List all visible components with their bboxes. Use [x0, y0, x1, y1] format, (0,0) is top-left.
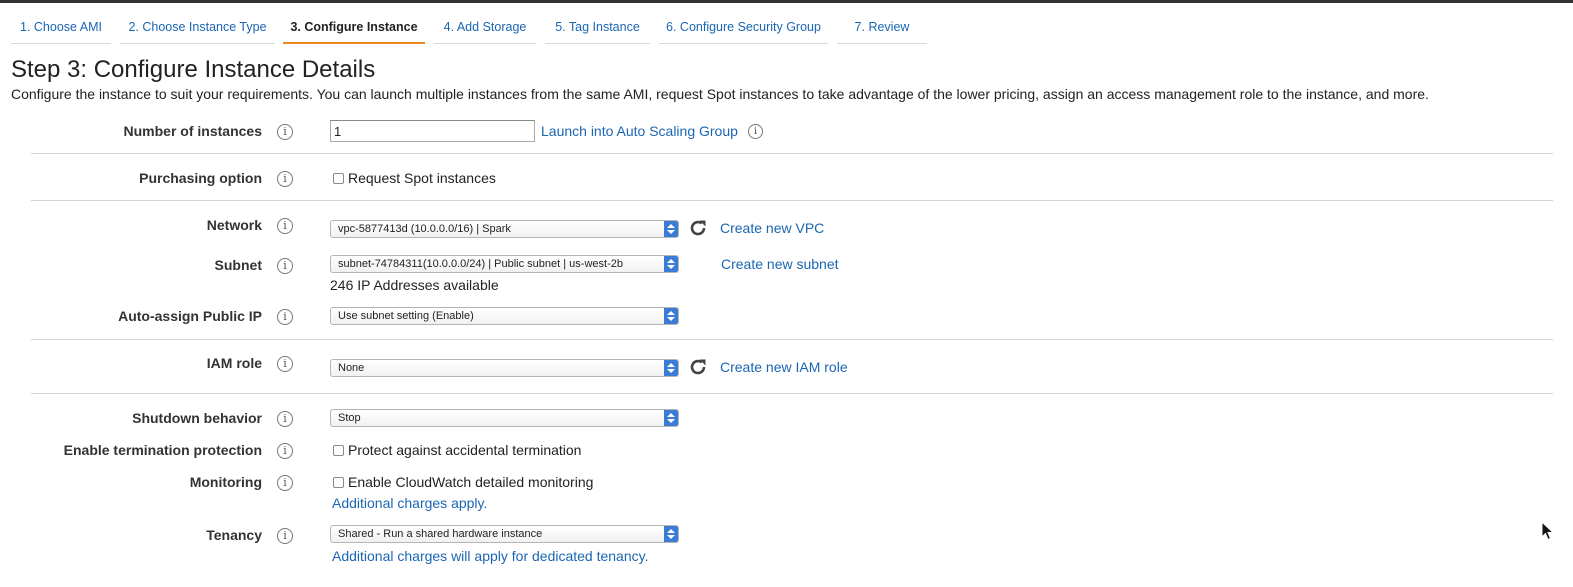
create-new-iam-role-link[interactable]: Create new IAM role	[720, 359, 848, 375]
tenancy-select[interactable]: Shared - Run a shared hardware instance	[330, 525, 679, 543]
select-arrows-icon	[664, 360, 678, 376]
num-instances-label: Number of instances	[123, 123, 262, 139]
tenancy-label: Tenancy	[206, 527, 262, 543]
select-arrows-icon	[664, 256, 678, 272]
section-divider	[31, 200, 1553, 201]
request-spot-label[interactable]: Request Spot instances	[348, 170, 496, 186]
page-title: Step 3: Configure Instance Details	[11, 56, 376, 83]
section-divider	[31, 153, 1553, 154]
subnet-select[interactable]: subnet-74784311(10.0.0.0/24) | Public su…	[330, 255, 679, 273]
termination-protection-label: Enable termination protection	[63, 442, 262, 458]
tab-add-storage[interactable]: 4. Add Storage	[434, 12, 536, 44]
auto-assign-ip-select[interactable]: Use subnet setting (Enable)	[330, 307, 679, 325]
request-spot-checkbox[interactable]	[333, 173, 344, 184]
auto-assign-ip-info-icon[interactable]: i	[277, 309, 293, 325]
tab-tag-instance[interactable]: 5. Tag Instance	[545, 12, 650, 44]
additional-charges-link[interactable]: Additional charges apply.	[332, 495, 487, 511]
num-instances-input[interactable]	[330, 120, 535, 142]
select-arrows-icon	[664, 526, 678, 542]
auto-assign-ip-label: Auto-assign Public IP	[118, 308, 262, 324]
network-label: Network	[206, 217, 262, 233]
shutdown-behavior-info-icon[interactable]: i	[277, 411, 293, 427]
cloudwatch-monitoring-checkbox[interactable]	[333, 477, 344, 488]
section-divider	[31, 393, 1553, 394]
iam-role-select[interactable]: None	[330, 359, 679, 377]
auto-assign-ip-select-value: Use subnet setting (Enable)	[338, 310, 474, 322]
ip-addresses-available: 246 IP Addresses available	[330, 277, 499, 293]
tab-configure-instance[interactable]: 3. Configure Instance	[283, 12, 425, 44]
page-description: Configure the instance to suit your requ…	[11, 86, 1429, 102]
tenancy-info-icon[interactable]: i	[277, 528, 293, 544]
monitoring-label: Monitoring	[189, 474, 262, 490]
auto-scaling-info-icon[interactable]: i	[748, 124, 763, 139]
dedicated-tenancy-charges-link[interactable]: Additional charges will apply for dedica…	[332, 548, 648, 564]
tab-choose-ami[interactable]: 1. Choose AMI	[11, 12, 111, 44]
tab-configure-security-group[interactable]: 6. Configure Security Group	[659, 12, 828, 44]
shutdown-behavior-select-value: Stop	[338, 412, 361, 424]
section-divider	[31, 339, 1553, 340]
refresh-icon[interactable]	[688, 357, 708, 377]
iam-role-select-value: None	[338, 362, 365, 374]
termination-protection-info-icon[interactable]: i	[277, 443, 293, 459]
num-instances-info-icon[interactable]: i	[277, 124, 293, 140]
create-new-subnet-link[interactable]: Create new subnet	[721, 256, 839, 272]
termination-protection-checkbox-label[interactable]: Protect against accidental termination	[348, 442, 581, 458]
monitoring-info-icon[interactable]: i	[277, 475, 293, 491]
termination-protection-checkbox[interactable]	[333, 445, 344, 456]
create-new-vpc-link[interactable]: Create new VPC	[720, 220, 824, 236]
launch-auto-scaling-link[interactable]: Launch into Auto Scaling Group	[541, 123, 738, 139]
network-select-value: vpc-5877413d (10.0.0.0/16) | Spark	[338, 223, 511, 235]
shutdown-behavior-label: Shutdown behavior	[132, 410, 262, 426]
top-bar	[0, 0, 1573, 3]
cloudwatch-monitoring-label[interactable]: Enable CloudWatch detailed monitoring	[348, 474, 593, 490]
subnet-select-value: subnet-74784311(10.0.0.0/24) | Public su…	[338, 258, 623, 270]
select-arrows-icon	[664, 308, 678, 324]
network-info-icon[interactable]: i	[277, 218, 293, 234]
iam-role-label: IAM role	[206, 355, 262, 371]
tenancy-select-value: Shared - Run a shared hardware instance	[338, 528, 543, 540]
select-arrows-icon	[664, 221, 678, 237]
purchasing-option-label: Purchasing option	[139, 170, 262, 186]
shutdown-behavior-select[interactable]: Stop	[330, 409, 679, 427]
iam-role-info-icon[interactable]: i	[277, 356, 293, 372]
subnet-info-icon[interactable]: i	[277, 258, 293, 274]
select-arrows-icon	[664, 410, 678, 426]
purchasing-option-info-icon[interactable]: i	[277, 171, 293, 187]
mouse-cursor-icon	[1541, 521, 1555, 541]
subnet-label: Subnet	[214, 257, 262, 273]
network-select[interactable]: vpc-5877413d (10.0.0.0/16) | Spark	[330, 220, 679, 238]
refresh-icon[interactable]	[688, 218, 708, 238]
tab-review[interactable]: 7. Review	[837, 12, 927, 44]
tab-choose-instance-type[interactable]: 2. Choose Instance Type	[120, 12, 275, 44]
